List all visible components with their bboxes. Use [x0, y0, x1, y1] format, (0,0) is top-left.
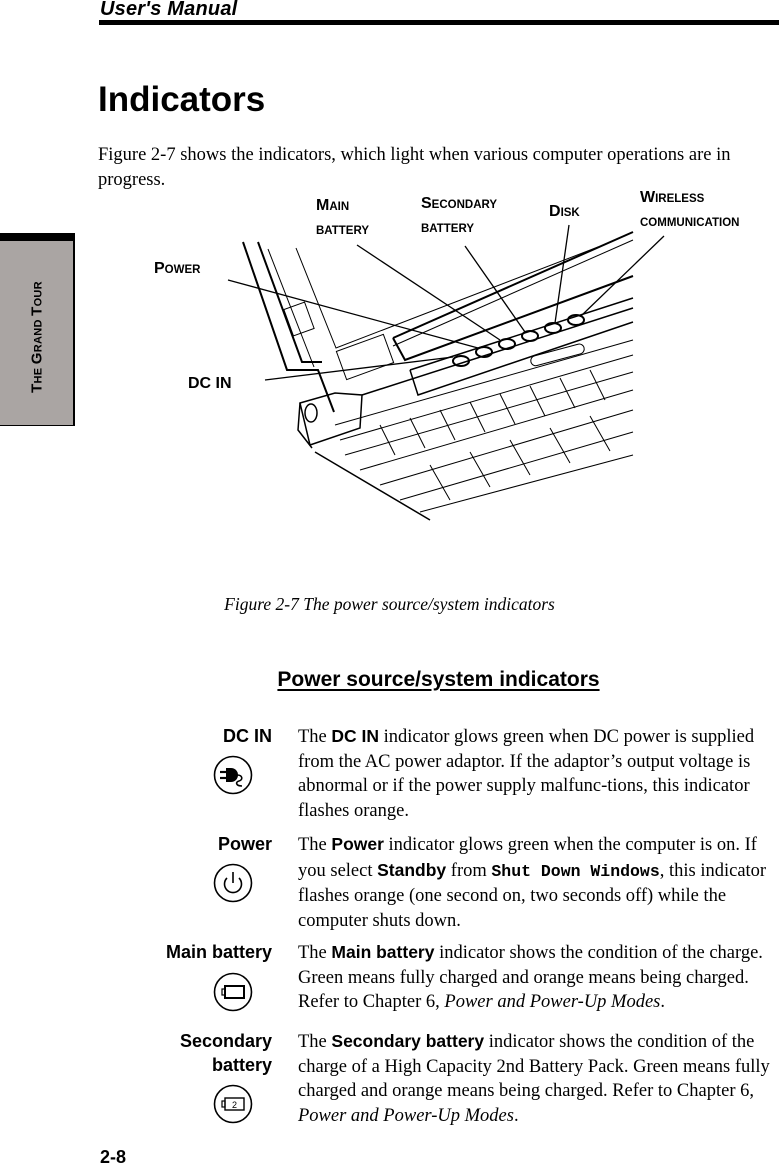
callout-power: POWER [154, 260, 201, 277]
section-title: Power source/system indicators [277, 668, 600, 691]
indicator-label: Secondary battery [179, 1031, 272, 1075]
callout-dc-in: DC IN [188, 375, 232, 392]
indicator-description: The Secondary battery indicator shows th… [298, 1031, 770, 1126]
emphasis-term: Standby [377, 859, 447, 880]
leader-line-wireless [580, 235, 665, 317]
reference-title: Power and Power-Up Modes [444, 992, 661, 1012]
ac-plug-icon [213, 755, 253, 795]
indicator-label: Power [217, 834, 272, 854]
leader-line-main-battery [356, 244, 501, 341]
indicator-description: The Power indicator glows green when the… [298, 834, 767, 931]
emphasis-term: Secondary battery [331, 1031, 485, 1051]
indicator-label: DC IN [223, 726, 272, 746]
callout-wireless-communication: WIRELESS COMMUNICATION [640, 189, 740, 229]
chapter-side-tab: THE GRAND TOUR [0, 233, 75, 426]
reference-title: Power and Power-Up Modes [298, 1105, 514, 1126]
battery-icon [213, 972, 253, 1012]
power-led [475, 346, 493, 358]
leader-line-power [227, 279, 479, 349]
leader-line-secondary-battery [464, 245, 526, 333]
callout-secondary-battery: SECONDARY BATTERY [421, 195, 498, 235]
wireless-led [567, 314, 585, 326]
leader-line-disk [554, 224, 570, 324]
led-indicators [452, 314, 585, 367]
intro-paragraph: Figure 2-7 shows the indicators, which l… [98, 145, 731, 190]
menu-command: Shut Down Windows [491, 861, 660, 881]
battery-number: 2 [232, 1100, 237, 1110]
page-number: 2-8 [100, 1147, 127, 1167]
running-header-title: User's Manual [100, 0, 238, 20]
header-rule [99, 20, 779, 25]
dc-in-led [452, 355, 470, 367]
leader-line-dc-in [264, 356, 454, 381]
indicator-description: The Main battery indicator shows the con… [298, 942, 763, 1012]
main-battery-led [498, 338, 516, 350]
figure-caption: Figure 2-7 The power source/system indic… [224, 594, 555, 614]
callout-disk: DISK [549, 203, 580, 220]
indicator-description: The DC IN indicator glows green when DC … [298, 726, 755, 821]
chapter-tab-label: THE GRAND TOUR [28, 281, 46, 393]
indicator-label: Main battery [165, 942, 272, 962]
emphasis-term: Main battery [331, 942, 435, 962]
callout-main-battery: MAIN BATTERY [316, 197, 370, 237]
emphasis-term: Power [331, 834, 384, 854]
secondary-battery-led [521, 330, 539, 342]
page-title: Indicators [98, 80, 266, 119]
display-panel-outline [242, 231, 634, 413]
emphasis-term: DC IN [331, 726, 380, 746]
secondary-battery-icon: 2 [213, 1084, 253, 1124]
disk-led [544, 322, 562, 334]
power-icon [213, 863, 253, 903]
leader-lines [227, 224, 665, 381]
